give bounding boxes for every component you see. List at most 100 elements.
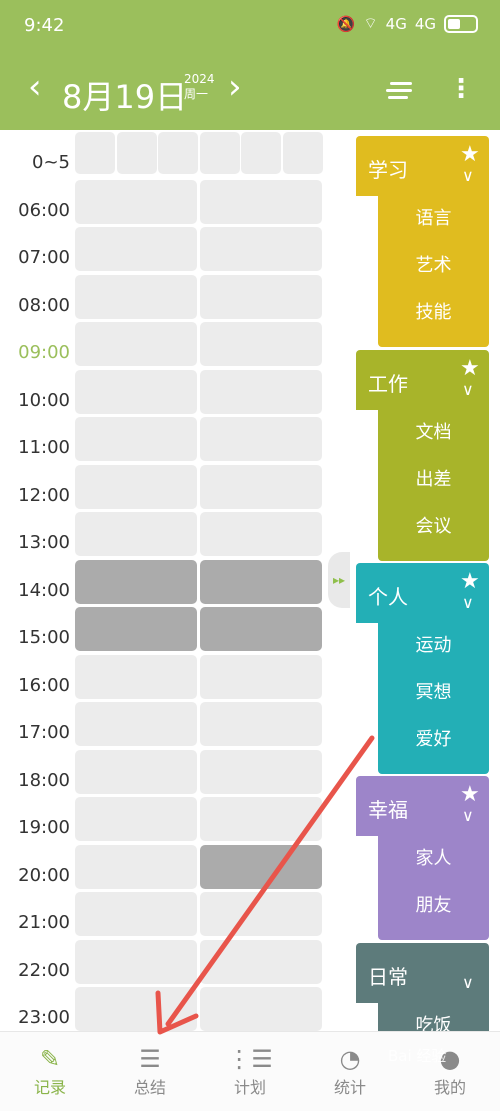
time-slot[interactable] bbox=[75, 702, 197, 746]
time-slot[interactable] bbox=[200, 179, 322, 224]
time-slot[interactable] bbox=[75, 322, 197, 366]
time-label: 0~5 bbox=[32, 152, 70, 173]
time-slot[interactable] bbox=[75, 512, 197, 556]
chevron-down-icon[interactable]: ∨ bbox=[462, 380, 474, 399]
date-title[interactable]: 8月19日 bbox=[62, 72, 187, 118]
time-block-filled[interactable] bbox=[75, 559, 197, 604]
time-block-filled[interactable] bbox=[200, 559, 322, 604]
time-block-filled[interactable] bbox=[200, 607, 322, 651]
star-icon[interactable]: ★ bbox=[460, 569, 480, 594]
category-item[interactable]: 运动 bbox=[378, 631, 489, 657]
time-slot[interactable] bbox=[282, 132, 323, 174]
time-label: 13:00 bbox=[18, 532, 70, 553]
time-slot[interactable] bbox=[75, 274, 197, 319]
time-slot[interactable] bbox=[200, 702, 322, 746]
category-item[interactable]: 出差 bbox=[378, 465, 489, 491]
time-label: 17:00 bbox=[18, 722, 70, 743]
category-item[interactable]: 艺术 bbox=[378, 251, 489, 277]
category-title: 幸福 bbox=[368, 798, 408, 822]
time-label: 21:00 bbox=[18, 912, 70, 933]
battery-icon bbox=[444, 14, 478, 33]
chevron-down-icon[interactable]: ∨ bbox=[462, 973, 474, 992]
tab-plan[interactable]: ⋮☰ 计划 bbox=[200, 1044, 300, 1098]
time-label: 07:00 bbox=[18, 247, 70, 268]
time-slot[interactable] bbox=[199, 132, 240, 174]
time-label: 09:00 bbox=[18, 342, 70, 363]
time-slot[interactable] bbox=[75, 179, 197, 224]
category-item[interactable]: 语言 bbox=[378, 204, 489, 230]
chevron-down-icon[interactable]: ∨ bbox=[462, 166, 474, 185]
tab-pen[interactable]: ✎ 记录 bbox=[0, 1044, 100, 1098]
time-block-filled[interactable] bbox=[75, 607, 197, 651]
category-items: 运动 冥想 爱好 bbox=[378, 621, 489, 774]
category-title: 工作 bbox=[368, 372, 408, 396]
time-block-filled[interactable] bbox=[200, 844, 322, 889]
time-slot[interactable] bbox=[200, 322, 322, 366]
category-item[interactable]: 冥想 bbox=[378, 678, 489, 704]
time-slot[interactable] bbox=[200, 417, 322, 461]
time-slot[interactable] bbox=[200, 939, 322, 984]
time-slot[interactable] bbox=[200, 227, 322, 271]
star-icon[interactable]: ★ bbox=[460, 782, 480, 807]
time-slot[interactable] bbox=[75, 369, 197, 414]
list-icon[interactable] bbox=[386, 82, 412, 103]
time-label: 14:00 bbox=[18, 580, 70, 601]
category-item[interactable]: 技能 bbox=[378, 298, 489, 324]
category-header[interactable]: 学习 ★ ∨ bbox=[356, 136, 489, 196]
time-slot[interactable] bbox=[241, 132, 281, 174]
time-slot[interactable] bbox=[200, 987, 322, 1031]
time-slot[interactable] bbox=[75, 939, 197, 984]
time-label: 11:00 bbox=[18, 437, 70, 458]
time-slot[interactable] bbox=[200, 654, 322, 699]
category-work: 工作 ★ ∨ 文档出差会议 bbox=[356, 350, 489, 561]
expand-panel-icon[interactable]: ▸▸ bbox=[328, 552, 350, 608]
time-slot[interactable] bbox=[200, 274, 322, 319]
time-slot[interactable] bbox=[75, 464, 197, 509]
category-item[interactable]: 会议 bbox=[378, 512, 489, 538]
more-vertical-icon[interactable]: ⋮ bbox=[448, 76, 474, 102]
time-slot[interactable] bbox=[75, 417, 197, 461]
category-header[interactable]: 工作 ★ ∨ bbox=[356, 350, 489, 410]
star-icon[interactable]: ★ bbox=[460, 356, 480, 381]
category-header[interactable]: 个人 ★ ∨ bbox=[356, 563, 489, 623]
pen-icon: ✎ bbox=[39, 1045, 61, 1073]
time-slot[interactable] bbox=[200, 749, 322, 794]
date-header: ‹ 8月19日 2024 周一 › ⋮ bbox=[0, 52, 500, 130]
time-slot[interactable] bbox=[158, 132, 198, 174]
star-icon[interactable]: ★ bbox=[460, 142, 480, 167]
time-slot[interactable] bbox=[75, 227, 197, 271]
tab-pie-chart[interactable]: ◔ 统计 bbox=[300, 1044, 400, 1098]
category-item[interactable]: 家人 bbox=[378, 844, 489, 870]
time-slot[interactable] bbox=[75, 987, 197, 1031]
time-slot[interactable] bbox=[200, 892, 322, 936]
time-slot[interactable] bbox=[75, 844, 197, 889]
time-label: 18:00 bbox=[18, 770, 70, 791]
time-slot[interactable] bbox=[200, 797, 322, 841]
category-item[interactable]: 朋友 bbox=[378, 891, 489, 917]
time-slot[interactable] bbox=[75, 749, 197, 794]
chevron-down-icon[interactable]: ∨ bbox=[462, 593, 474, 612]
chevron-right-icon[interactable]: › bbox=[228, 70, 242, 104]
category-item[interactable]: 文档 bbox=[378, 418, 489, 444]
time-slot[interactable] bbox=[75, 132, 115, 174]
bottom-nav: ✎ 记录 ☰ 总结 ⋮☰ 计划 ◔ 统计 ● 我的 bbox=[0, 1031, 500, 1111]
time-slot[interactable] bbox=[116, 132, 157, 174]
wifi-icon: ⌔ bbox=[363, 14, 378, 32]
time-slot[interactable] bbox=[200, 464, 322, 509]
time-slot[interactable] bbox=[75, 797, 197, 841]
status-bar: 9:42 🔕 ⌔ 4G 4G bbox=[0, 0, 500, 52]
time-slot[interactable] bbox=[200, 512, 322, 556]
time-slot[interactable] bbox=[200, 369, 322, 414]
time-label: 16:00 bbox=[18, 675, 70, 696]
category-item[interactable]: 爱好 bbox=[378, 725, 489, 751]
chevron-down-icon[interactable]: ∨ bbox=[462, 806, 474, 825]
time-slot[interactable] bbox=[75, 654, 197, 699]
time-label: 15:00 bbox=[18, 627, 70, 648]
tab-summary[interactable]: ☰ 总结 bbox=[100, 1044, 200, 1098]
tab-label: 统计 bbox=[333, 1078, 366, 1097]
category-header[interactable]: 幸福 ★ ∨ bbox=[356, 776, 489, 836]
status-time: 9:42 bbox=[24, 15, 65, 36]
chevron-left-icon[interactable]: ‹ bbox=[28, 70, 42, 104]
time-slot[interactable] bbox=[75, 892, 197, 936]
category-header[interactable]: 日常 ∨ bbox=[356, 943, 489, 1003]
